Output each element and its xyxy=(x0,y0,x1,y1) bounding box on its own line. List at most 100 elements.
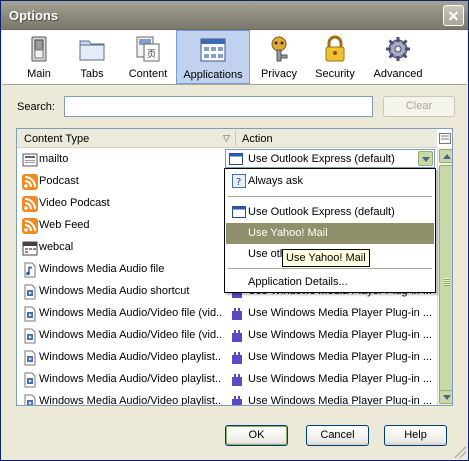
column-divider[interactable] xyxy=(235,131,236,146)
menu-item-label: Use oth xyxy=(248,248,286,260)
tab-main[interactable]: Main xyxy=(10,30,68,84)
window-app-icon xyxy=(232,206,246,218)
window-title: Options xyxy=(9,8,59,23)
audio-file-icon xyxy=(24,262,36,278)
menu-item-always-ask[interactable]: ? Always ask xyxy=(226,171,434,192)
media-file-icon xyxy=(24,372,36,388)
combobox-value: Use Outlook Express (default) xyxy=(248,153,395,165)
action-dropdown-menu: ? Always ask Use Outlook Express (defaul… xyxy=(224,168,436,293)
tab-label: Content xyxy=(128,68,168,80)
tab-label: Advanced xyxy=(373,68,423,80)
padlock-icon xyxy=(325,35,345,62)
media-file-icon xyxy=(24,350,36,366)
help-button[interactable]: Help xyxy=(384,425,447,446)
row-content-type: Windows Media Audio/Video playlist... xyxy=(39,373,222,385)
menu-separator xyxy=(228,268,432,269)
question-icon: ? xyxy=(232,174,246,188)
clear-button[interactable]: Clear xyxy=(383,96,455,117)
menu-item-label: Use Yahoo! Mail xyxy=(248,227,328,239)
options-window: Options Main Tabs 页 Content Applications… xyxy=(0,0,469,461)
tab-security[interactable]: Security xyxy=(308,30,362,84)
mask-icon xyxy=(271,36,288,62)
preferences-toolbar: Main Tabs 页 Content Applications Privacy… xyxy=(2,30,467,85)
scroll-thumb[interactable] xyxy=(439,165,452,401)
plugin-icon xyxy=(232,330,242,342)
chevron-down-icon[interactable] xyxy=(418,151,433,166)
media-file-icon xyxy=(24,328,36,344)
tab-content[interactable]: 页 Content xyxy=(120,30,176,84)
resize-grip-icon[interactable] xyxy=(454,446,466,458)
scroll-up-button[interactable] xyxy=(439,149,452,163)
plugin-icon xyxy=(232,352,242,364)
table-row[interactable]: Windows Media Audio/Video file (vid... U… xyxy=(17,325,437,347)
row-content-type: mailto xyxy=(39,153,69,165)
row-content-type: Windows Media Audio/Video file (vid... xyxy=(39,329,222,341)
media-file-icon xyxy=(24,394,36,405)
list-header: Content Type ▽ Action xyxy=(17,129,437,148)
column-header-action[interactable]: Action xyxy=(242,133,273,145)
svg-text:?: ? xyxy=(236,177,241,188)
plugin-icon xyxy=(232,396,242,405)
list-scrollbar[interactable] xyxy=(437,148,452,405)
title-bar[interactable]: Options xyxy=(1,1,468,30)
feed-icon xyxy=(22,196,38,212)
row-content-type: Windows Media Audio/Video file (vid... xyxy=(39,307,222,319)
row-content-type: Web Feed xyxy=(39,219,90,231)
media-file-icon xyxy=(24,284,36,300)
row-content-type: Video Podcast xyxy=(39,197,110,209)
tab-label: Applications xyxy=(183,69,243,81)
menu-item-label: Use Outlook Express (default) xyxy=(248,206,395,218)
feed-icon xyxy=(22,218,38,234)
tab-privacy[interactable]: Privacy xyxy=(254,30,304,84)
menu-item-label: Application Details... xyxy=(248,276,348,288)
menu-separator xyxy=(228,196,432,197)
search-label: Search: xyxy=(17,101,55,113)
tab-label: Tabs xyxy=(80,68,104,80)
table-row[interactable]: Windows Media Audio/Video file (vid... U… xyxy=(17,303,437,325)
row-action: Use Windows Media Player Plug-in ... xyxy=(248,351,433,363)
applications-icon xyxy=(200,38,226,62)
column-picker-icon[interactable] xyxy=(439,133,451,144)
row-content-type: Podcast xyxy=(39,175,79,187)
switch-icon xyxy=(31,36,47,62)
content-icon: 页 xyxy=(136,36,160,62)
window-app-icon xyxy=(229,153,243,165)
row-content-type: Windows Media Audio/Video playlist... xyxy=(39,395,222,406)
table-row[interactable]: Windows Media Audio/Video playlist... Us… xyxy=(17,391,437,406)
sort-indicator-icon: ▽ xyxy=(223,133,230,143)
plugin-icon xyxy=(232,374,242,386)
close-button[interactable] xyxy=(443,5,464,26)
plugin-icon xyxy=(232,308,242,320)
column-header-content-type[interactable]: Content Type xyxy=(24,133,89,145)
gear-icon xyxy=(386,37,410,61)
folder-tabs-icon xyxy=(79,40,105,61)
tab-tabs[interactable]: Tabs xyxy=(68,30,116,84)
row-content-type: Windows Media Audio shortcut xyxy=(39,285,190,297)
tooltip: Use Yahoo! Mail xyxy=(282,249,370,267)
mail-icon xyxy=(22,153,38,167)
menu-item-label: Always ask xyxy=(248,175,304,187)
menu-item-outlook-express[interactable]: Use Outlook Express (default) xyxy=(226,202,434,223)
calendar-icon xyxy=(22,241,38,256)
row-content-type: webcal xyxy=(39,241,74,253)
table-row[interactable]: Windows Media Audio/Video playlist... Us… xyxy=(17,347,437,369)
row-action: Use Windows Media Player Plug-in ... xyxy=(248,373,433,385)
menu-item-application-details[interactable]: Application Details... xyxy=(226,272,434,293)
menu-item-yahoo-mail[interactable]: Use Yahoo! Mail xyxy=(226,223,434,244)
tab-advanced[interactable]: Advanced xyxy=(366,30,430,84)
scroll-down-button[interactable] xyxy=(439,390,452,404)
row-content-type: Windows Media Audio/Video playlist... xyxy=(39,351,222,363)
ok-button[interactable]: OK xyxy=(225,425,288,446)
tab-applications[interactable]: Applications xyxy=(176,30,250,84)
action-combobox[interactable]: Use Outlook Express (default) xyxy=(225,149,435,168)
cancel-button[interactable]: Cancel xyxy=(306,425,369,446)
row-content-type: Windows Media Audio file xyxy=(39,263,165,275)
tab-label: Privacy xyxy=(260,68,298,80)
tab-label: Security xyxy=(315,68,355,80)
row-action: Use Windows Media Player Plug-in ... xyxy=(248,395,433,406)
search-input[interactable] xyxy=(64,96,373,117)
grip-icon xyxy=(444,278,450,286)
tab-label: Main xyxy=(27,68,51,80)
row-action: Use Windows Media Player Plug-in ... xyxy=(248,307,433,319)
table-row[interactable]: Windows Media Audio/Video playlist... Us… xyxy=(17,369,437,391)
